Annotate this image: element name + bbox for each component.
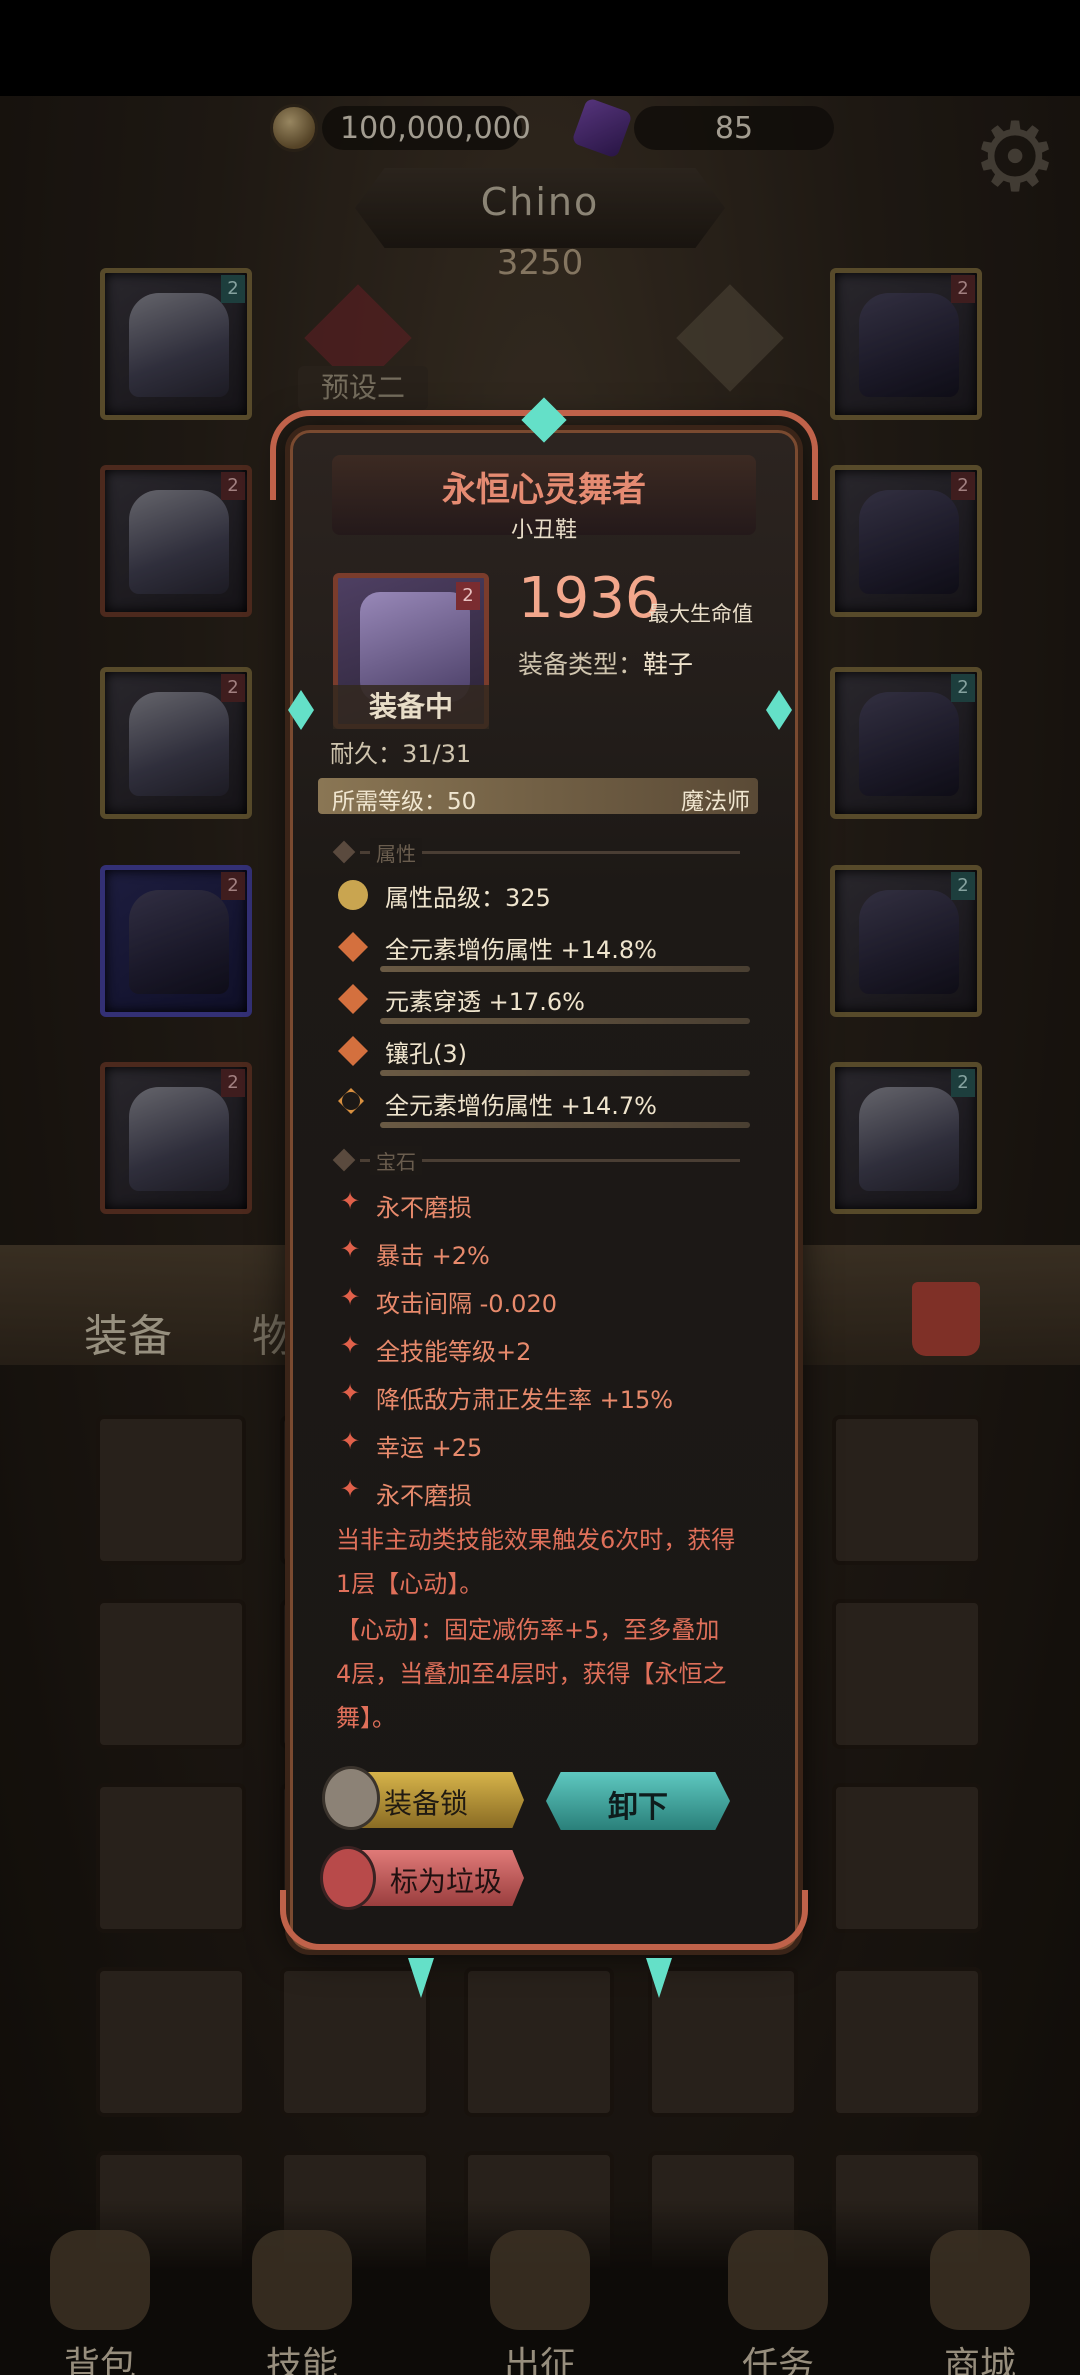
equip-type-value: 鞋子 [643, 650, 694, 679]
set-description-line: 1层【心动】。 [336, 1570, 484, 1598]
attribute-bar [380, 1018, 750, 1024]
gem-effect-text: 暴击 +2% [376, 1242, 490, 1270]
refresh-icon [338, 1088, 364, 1114]
section-attributes: 属性 [330, 838, 750, 867]
attribute-row: 元素穿透 +17.6% [330, 978, 760, 1024]
attribute-row: 全元素增伤属性 +14.8% [330, 926, 760, 972]
set-description-line: 【心动】：固定减伤率+5，至多叠加 [336, 1616, 720, 1644]
gem-effect-row: ✦ 攻击间隔 -0.020 [336, 1281, 756, 1321]
equip-type-label: 装备类型： [518, 650, 644, 679]
star-icon: ✦ [340, 1235, 361, 1263]
diamond-icon [338, 932, 368, 962]
star-icon: ✦ [340, 1331, 361, 1359]
lock-icon [322, 1766, 380, 1830]
star-icon: ✦ [340, 1379, 361, 1407]
attribute-text: 全元素增伤属性 +14.8% [385, 936, 657, 964]
diamond-icon [338, 1036, 368, 1066]
item-subtitle: 小丑鞋 [510, 518, 577, 543]
junk-lantern-icon [320, 1846, 376, 1910]
gem-effect-row: ✦ 幸运 +25 [336, 1425, 756, 1465]
star-icon: ✦ [340, 1475, 361, 1503]
attribute-bar [380, 1070, 750, 1076]
diamond-icon [332, 840, 356, 864]
attribute-text: 属性品级：325 [385, 884, 551, 912]
star-icon: ✦ [340, 1427, 361, 1455]
equip-lock-label: 装备锁 [384, 1787, 469, 1820]
status-bar-area [0, 0, 1080, 96]
gem-effect-row: ✦ 永不磨损 [336, 1473, 756, 1513]
required-class: 魔法师 [681, 789, 750, 815]
equip-type: 装备类型：鞋子 [518, 645, 693, 681]
gem-effect-text: 永不磨损 [376, 1482, 472, 1510]
gem-effect-text: 永不磨损 [376, 1194, 472, 1222]
attribute-row: 镶孔(3) [330, 1030, 760, 1076]
attribute-row: 属性品级：325 [330, 874, 760, 920]
gem-effect-text: 全技能等级+2 [376, 1338, 532, 1366]
attribute-text: 镶孔(3) [385, 1040, 467, 1068]
durability: 耐久：31/31 [330, 740, 472, 768]
diamond-icon [332, 1148, 356, 1172]
required-level: 所需等级：50 [332, 789, 477, 815]
attribute-bar [380, 966, 750, 972]
star-icon: ✦ [340, 1283, 361, 1311]
attribute-text: 全元素增伤属性 +14.7% [385, 1092, 657, 1120]
item-name: 永恒心灵舞者 [442, 470, 646, 510]
section-gems: 宝石 [330, 1146, 750, 1175]
mark-junk-label: 标为垃圾 [390, 1865, 503, 1898]
crown-icon [338, 880, 368, 910]
equipped-status: 装备中 [333, 685, 489, 729]
attribute-bar [380, 1122, 750, 1128]
star-icon: ✦ [340, 1187, 361, 1215]
diamond-icon [338, 984, 368, 1014]
main-stat-value: 1936 [518, 566, 661, 631]
gem-effect-row: ✦ 暴击 +2% [336, 1233, 756, 1273]
gem-effect-text: 幸运 +25 [376, 1434, 483, 1462]
gem-effect-row: ✦ 永不磨损 [336, 1185, 756, 1225]
set-description-line: 舞】。 [336, 1704, 396, 1732]
set-description-line: 4层，当叠加至4层时，获得【永恒之 [336, 1660, 727, 1688]
gem-effect-text: 降低敌方肃正发生率 +15% [376, 1386, 674, 1414]
main-stat-label: 最大生命值 [648, 602, 753, 626]
tier-tag: 2 [456, 582, 480, 610]
section-gems-label: 宝石 [370, 1146, 422, 1175]
unequip-label: 卸下 [608, 1790, 668, 1825]
attribute-text: 元素穿透 +17.6% [385, 988, 585, 1016]
set-description-line: 当非主动类技能效果触发6次时，获得 [336, 1526, 736, 1554]
gem-effect-row: ✦ 降低敌方肃正发生率 +15% [336, 1377, 756, 1417]
gem-effect-text: 攻击间隔 -0.020 [376, 1290, 557, 1318]
gem-effect-row: ✦ 全技能等级+2 [336, 1329, 756, 1369]
section-attributes-label: 属性 [370, 838, 422, 867]
attribute-row: 全元素增伤属性 +14.7% [330, 1082, 760, 1128]
